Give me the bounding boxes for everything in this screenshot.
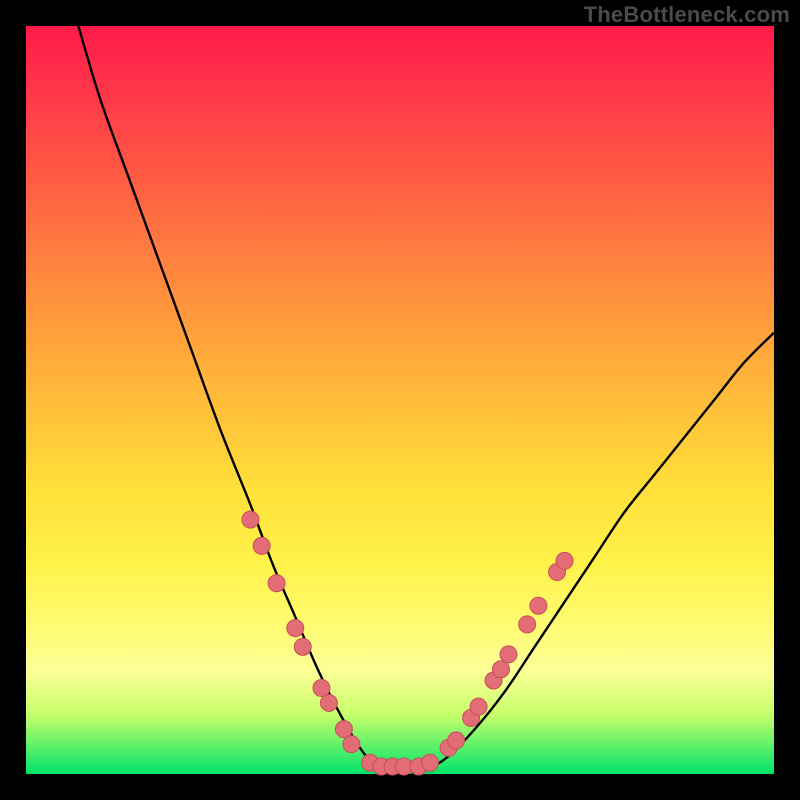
data-marker: [492, 661, 509, 678]
data-marker: [268, 575, 285, 592]
chart-svg: [26, 26, 774, 774]
marker-group: [242, 511, 573, 775]
bottleneck-curve: [78, 26, 774, 776]
data-marker: [470, 698, 487, 715]
data-marker: [448, 732, 465, 749]
data-marker: [395, 758, 412, 775]
data-marker: [287, 620, 304, 637]
data-marker: [421, 754, 438, 771]
data-marker: [519, 616, 536, 633]
data-marker: [500, 646, 517, 663]
data-marker: [294, 638, 311, 655]
plot-area: [26, 26, 774, 774]
chart-container: TheBottleneck.com: [0, 0, 800, 800]
data-marker: [343, 736, 360, 753]
data-marker: [242, 511, 259, 528]
data-marker: [530, 597, 547, 614]
data-marker: [320, 694, 337, 711]
watermark-text: TheBottleneck.com: [584, 2, 790, 28]
data-marker: [335, 721, 352, 738]
data-marker: [253, 537, 270, 554]
data-marker: [556, 552, 573, 569]
data-marker: [313, 679, 330, 696]
